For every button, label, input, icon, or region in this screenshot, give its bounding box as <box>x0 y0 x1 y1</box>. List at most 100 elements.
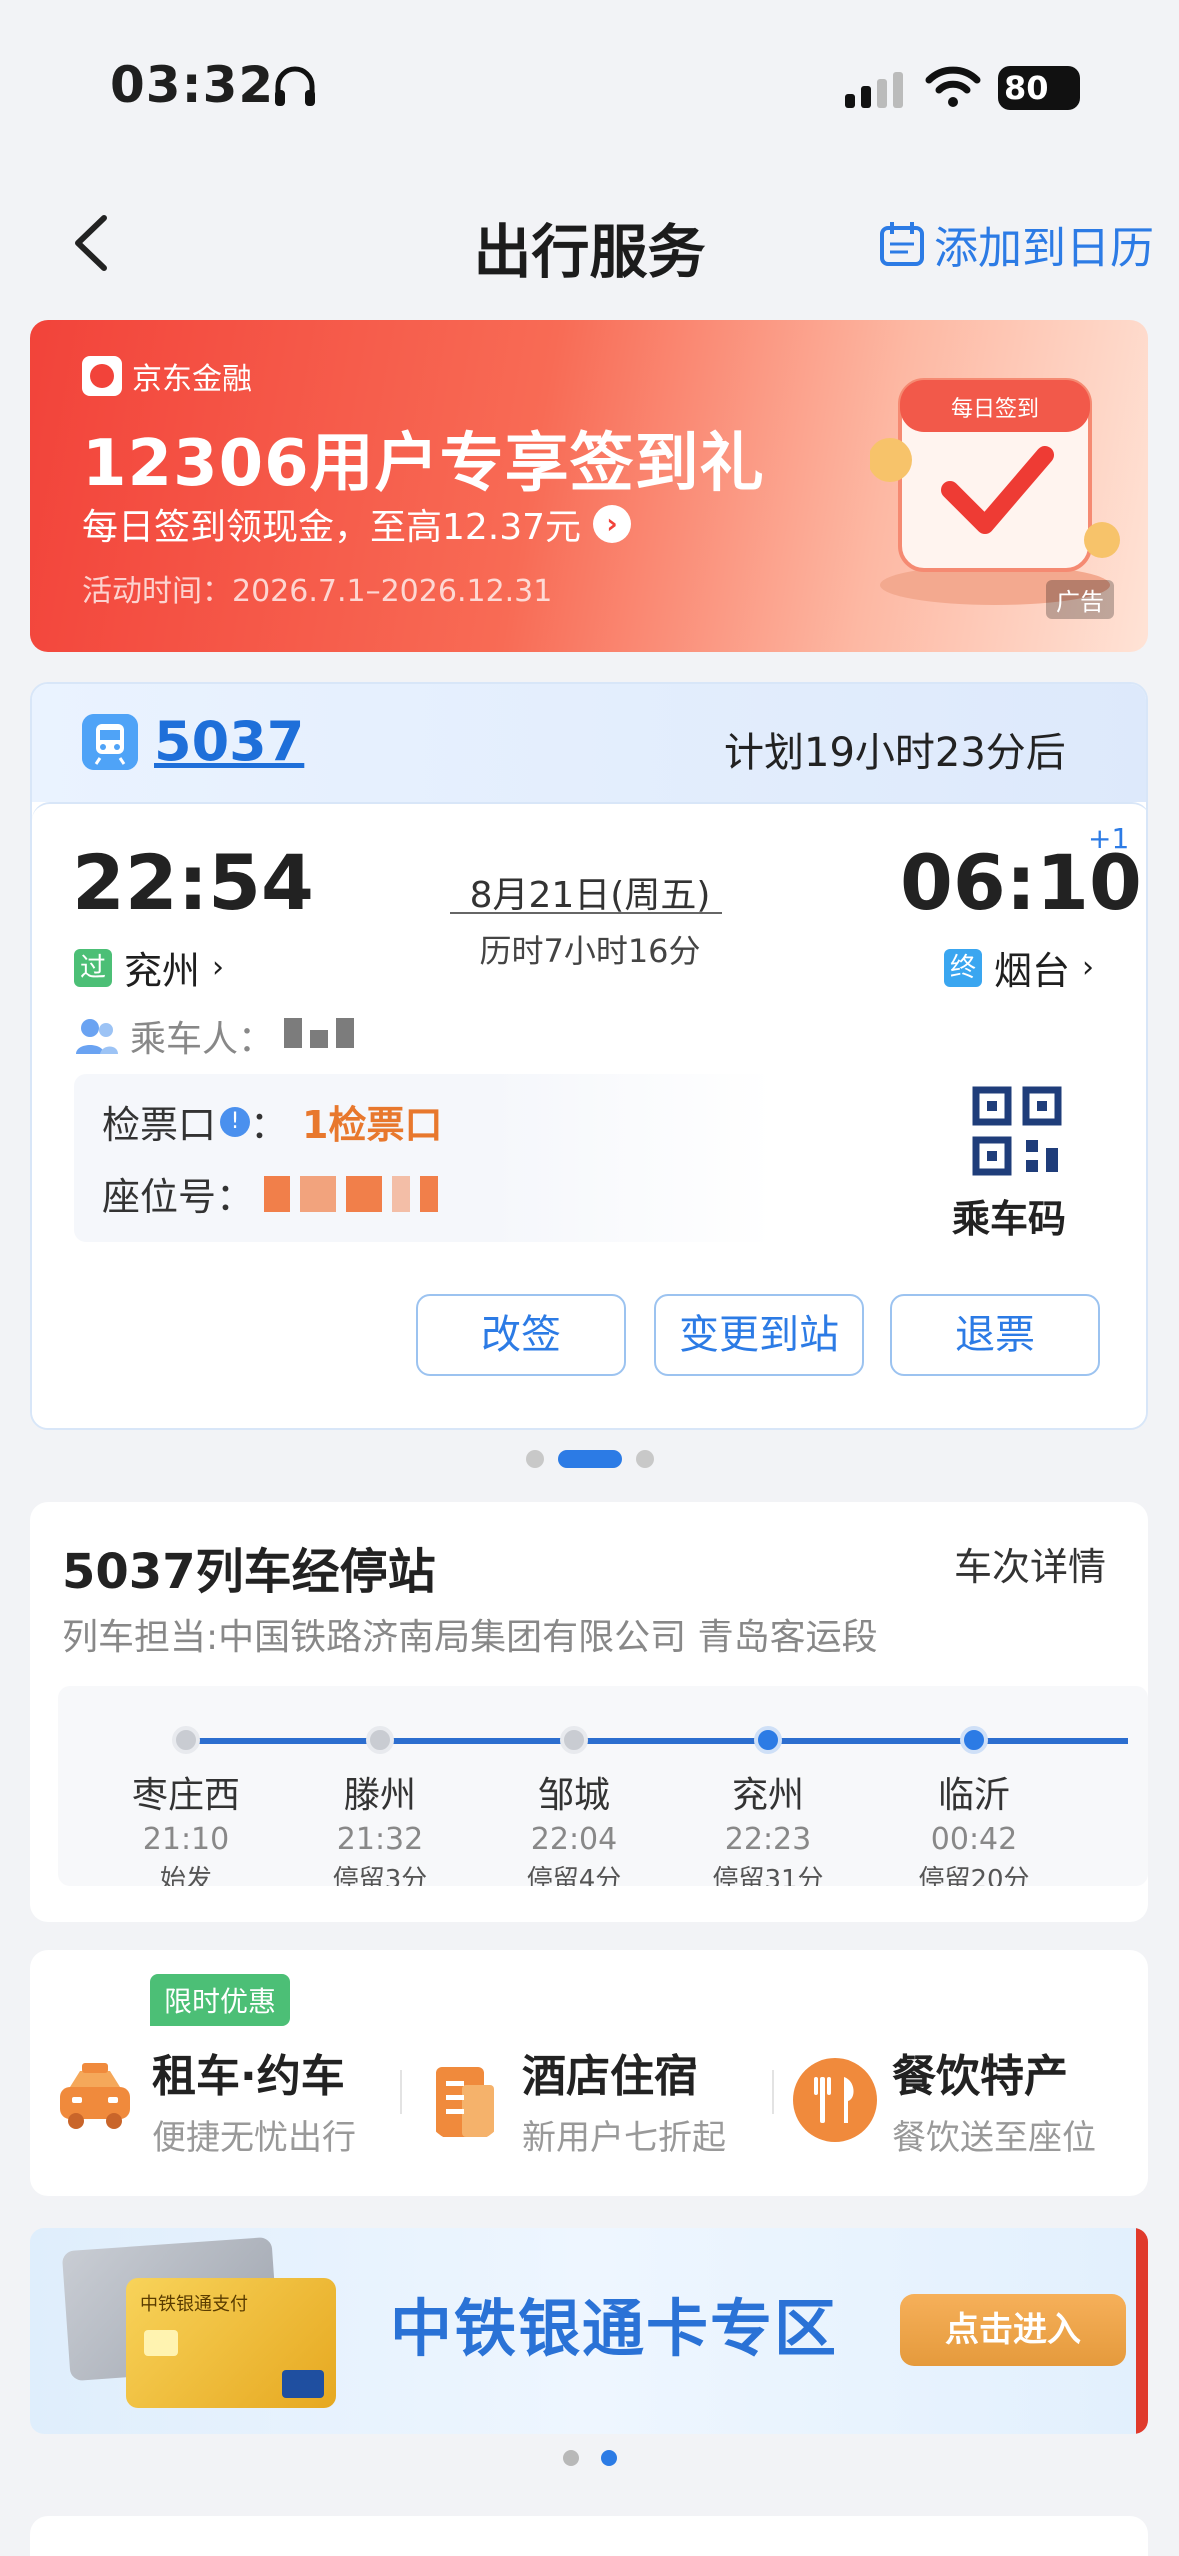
change-station-button[interactable]: 变更到站 <box>654 1294 864 1376</box>
unionpay-logo-icon <box>282 2370 324 2398</box>
stop-name: 枣庄西 <box>131 1775 240 1816</box>
ticket-card[interactable]: 5037 计划19小时23分后 22:54 8月21日(周五) 历时7小时16分… <box>30 682 1148 1430</box>
ticket-gate-value: 1检票口 <box>302 1103 443 1147</box>
service-title: 酒店住宿 <box>522 2051 698 2102</box>
calendar-icon <box>880 222 924 266</box>
stop-item[interactable]: 滕州 21:32 停留3分 <box>290 1726 470 1886</box>
stop-item[interactable]: 兖州 22:23 停留31分 <box>678 1726 858 1886</box>
ad-banner[interactable]: 京东金融 12306用户专享签到礼 每日签到领现金，至高12.37元 › 活动时… <box>30 320 1148 652</box>
chevron-right-icon: › <box>212 950 225 985</box>
banner-period: 活动时间：2026.7.1–2026.12.31 <box>82 574 553 609</box>
divider <box>772 2070 774 2114</box>
service-title: 餐饮特产 <box>892 2051 1068 2102</box>
stop-dot <box>754 1726 782 1754</box>
service-subtitle: 便捷无忧出行 <box>152 2118 356 2158</box>
train-details-link[interactable]: 车次详情 <box>954 1536 1106 1591</box>
info-icon[interactable]: ! <box>220 1106 251 1137</box>
wifi-icon <box>925 66 981 107</box>
train-number-link[interactable]: 5037 <box>154 710 304 773</box>
ticket-body: 22:54 8月21日(周五) 历时7小时16分 06:10 +1 过 兖州 ›… <box>32 802 1146 1428</box>
railway-card-banner[interactable]: 中铁银通支付 中铁银通卡专区 点击进入 <box>30 2228 1148 2434</box>
stop-note: 停留31分 <box>712 1865 824 1886</box>
taxi-icon <box>60 2062 130 2129</box>
departure-time: 22:54 <box>72 838 314 927</box>
pager-dot[interactable] <box>525 1450 544 1468</box>
change-ticket-button[interactable]: 改签 <box>416 1294 626 1376</box>
stop-name: 兖州 <box>731 1775 804 1816</box>
jd-finance-logo: 京东金融 <box>82 354 252 398</box>
seat-masked <box>420 1175 439 1212</box>
pager-dot[interactable] <box>635 1450 654 1468</box>
hotel-building-icon <box>436 2066 494 2137</box>
add-to-calendar-label: 添加到日历 <box>934 223 1154 274</box>
battery-indicator: 80 <box>998 66 1080 110</box>
seat-row: 座位号： <box>102 1166 439 1221</box>
arrival-station[interactable]: 终 烟台 › <box>944 940 1094 995</box>
car-rental-service[interactable]: 租车·约车 便捷无忧出行 <box>52 2040 356 2159</box>
stop-dot <box>366 1726 394 1754</box>
banner-subtitle-text: 每日签到领现金，至高12.37元 <box>82 507 582 548</box>
stop-name: 邹城 <box>537 1775 610 1816</box>
card-banner-title: 中铁银通卡专区 <box>390 2292 839 2365</box>
train-stops-card: 5037列车经停站 车次详情 列车担当:中国铁路济南局集团有限公司 青岛客运段 … <box>30 1502 1148 1922</box>
promo-badge: 限时优惠 <box>150 1974 291 2026</box>
service-subtitle: 餐饮送至座位 <box>892 2118 1096 2158</box>
pager-dot-active[interactable] <box>600 2450 617 2466</box>
stops-timeline[interactable]: 枣庄西 21:10 始发 滕州 21:32 停留3分 邹城 22:04 停留4分… <box>58 1686 1148 1886</box>
refund-button[interactable]: 退票 <box>890 1294 1100 1376</box>
add-to-calendar-button[interactable]: 添加到日历 <box>878 212 1154 276</box>
ticket-gate-row: 检票口 ! ： 1检票口 <box>102 1094 442 1149</box>
ticket-gate-label: 检票口 <box>102 1103 217 1147</box>
banner-pager <box>0 2450 1179 2466</box>
ticket-gate-colon: ： <box>250 1103 289 1147</box>
calendar-checkmark-illustration: 每日签到 <box>870 378 1120 605</box>
stop-note: 始发 <box>159 1865 212 1886</box>
stop-note: 停留4分 <box>526 1865 622 1886</box>
hotel-service[interactable]: 酒店住宿 新用户七折起 <box>422 2040 726 2159</box>
direction-arrow <box>450 912 722 914</box>
stop-item[interactable]: 邹城 22:04 停留4分 <box>484 1726 664 1886</box>
enter-card-zone-button[interactable]: 点击进入 <box>900 2294 1126 2366</box>
stop-item[interactable]: 临沂 00:42 停留20分 <box>884 1726 1064 1886</box>
travel-date: 8月21日(周五) <box>469 875 711 916</box>
stop-dot <box>172 1726 200 1754</box>
ticket-pager <box>0 1450 1179 1468</box>
headphones-icon <box>275 66 315 106</box>
ad-tag: 广告 <box>1046 580 1114 619</box>
fork-knife-icon <box>793 2057 877 2142</box>
hotel-text: 酒店住宿 新用户七折起 <box>522 2040 726 2159</box>
pager-dot[interactable] <box>562 2450 579 2466</box>
passenger-row: 乘车人： <box>74 1010 362 1062</box>
ride-code-label[interactable]: 乘车码 <box>952 1188 1066 1243</box>
ticket-header: 5037 计划19小时23分后 <box>32 684 1146 802</box>
stop-note: 停留20分 <box>918 1865 1030 1886</box>
qr-code-icon[interactable] <box>972 1086 1062 1176</box>
gold-card-image: 中铁银通支付 <box>126 2278 336 2408</box>
stop-name: 滕州 <box>343 1775 416 1816</box>
stop-time: 22:23 <box>724 1822 812 1857</box>
food-text: 餐饮特产 餐饮送至座位 <box>892 2040 1096 2159</box>
cellular-signal-icon <box>845 72 903 108</box>
departure-countdown: 计划19小时23分后 <box>724 730 1066 776</box>
food-service[interactable]: 餐饮特产 餐饮送至座位 <box>792 2040 1096 2159</box>
stop-note: 停留3分 <box>332 1865 428 1886</box>
jd-finance-brand: 京东金融 <box>132 362 252 397</box>
train-operator: 列车担当:中国铁路济南局集团有限公司 青岛客运段 <box>62 1617 878 1658</box>
stop-name: 临沂 <box>937 1775 1010 1816</box>
seat-masked <box>346 1175 383 1212</box>
jd-finance-logo-icon <box>82 356 122 396</box>
departure-station[interactable]: 过 兖州 › <box>74 940 224 995</box>
pass-through-tag: 过 <box>74 948 112 987</box>
divider <box>400 2070 402 2114</box>
card-brand: 中铁银通支付 <box>140 2294 248 2315</box>
arrival-station-name: 烟台 <box>994 949 1071 993</box>
arrival-next-day-badge: +1 <box>1088 822 1130 855</box>
pager-dot-active[interactable] <box>557 1450 622 1468</box>
stop-item[interactable]: 枣庄西 21:10 始发 <box>96 1726 276 1886</box>
stops-title: 5037列车经停站 <box>62 1544 436 1600</box>
stop-time: 22:04 <box>530 1822 618 1857</box>
chevron-right-icon: › <box>1082 950 1095 985</box>
passenger-name-masked <box>284 1016 362 1057</box>
next-banner-edge <box>1136 2228 1148 2434</box>
gate-seat-panel: 检票口 ! ： 1检票口 座位号： <box>74 1074 774 1242</box>
